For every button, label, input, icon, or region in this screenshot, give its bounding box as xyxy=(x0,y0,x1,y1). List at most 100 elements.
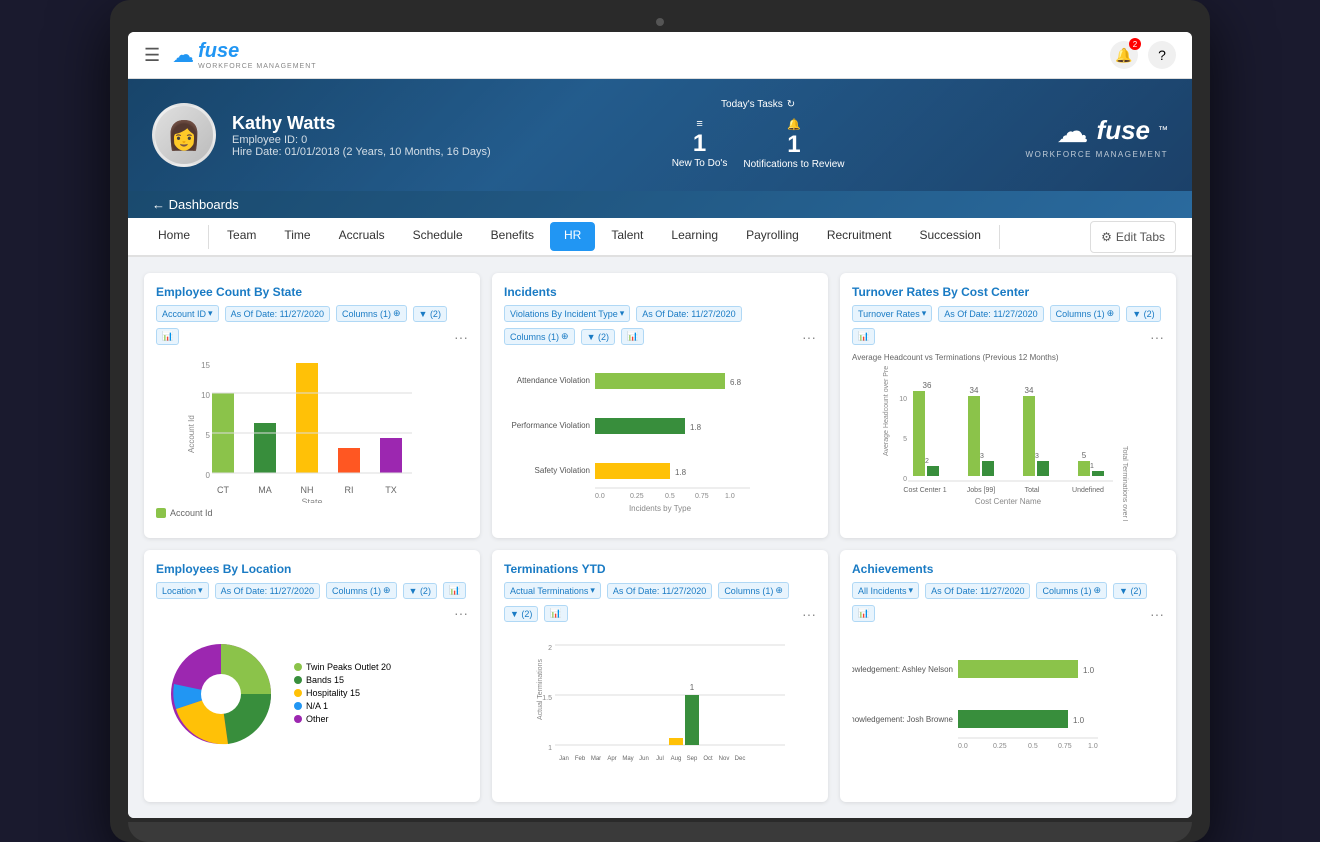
widget-employees-location: Employees By Location Location ▾ As Of D… xyxy=(144,550,480,802)
terminations-chart: Actual Terminations 1 1.5 2 xyxy=(504,630,816,785)
nav-team[interactable]: Team xyxy=(213,218,270,255)
turnover-filter2[interactable]: ▼ (2) xyxy=(1126,306,1160,322)
svg-text:1: 1 xyxy=(690,683,695,692)
turnover-date[interactable]: As Of Date: 11/27/2020 xyxy=(938,306,1043,322)
laptop-frame: ☰ ☁ fuse WORKFORCE MANAGEMENT 🔔 2 ? xyxy=(110,0,1210,842)
employee-count-date[interactable]: As Of Date: 11/27/2020 xyxy=(225,306,330,322)
camera xyxy=(656,18,664,26)
terminations-filter[interactable]: Actual Terminations ▾ xyxy=(504,582,601,599)
nav-recruitment[interactable]: Recruitment xyxy=(813,218,906,255)
incidents-filter2[interactable]: ▼ (2) xyxy=(581,329,615,345)
location-columns[interactable]: Columns (1) ⊕ xyxy=(326,582,397,599)
achievements-chart-type[interactable]: 📊 xyxy=(852,605,875,622)
achievements-filter[interactable]: All Incidents ▾ xyxy=(852,582,919,599)
location-filter2[interactable]: ▼ (2) xyxy=(403,583,437,599)
turnover-filter[interactable]: Turnover Rates ▾ xyxy=(852,305,932,322)
svg-text:Cost Center 1: Cost Center 1 xyxy=(903,487,946,494)
achievements-filter2[interactable]: ▼ (2) xyxy=(1113,583,1147,599)
svg-text:0.25: 0.25 xyxy=(993,743,1007,750)
svg-text:Jobs [99]: Jobs [99] xyxy=(967,487,995,494)
svg-text:Total Terminations over Previo: Total Terminations over Previous 12 Mont… xyxy=(1121,446,1128,521)
nav-hr[interactable]: HR xyxy=(550,222,595,251)
nav-talent[interactable]: Talent xyxy=(597,218,657,255)
help-icon[interactable]: ? xyxy=(1148,41,1176,69)
incidents-date[interactable]: As Of Date: 11/27/2020 xyxy=(636,306,741,322)
location-legend: Twin Peaks Outlet 20 Bands 15 Hospitalit… xyxy=(294,662,391,727)
svg-text:NH: NH xyxy=(301,485,314,495)
screen: ☰ ☁ fuse WORKFORCE MANAGEMENT 🔔 2 ? xyxy=(128,32,1192,818)
svg-text:15: 15 xyxy=(201,361,210,370)
achievements-date[interactable]: As Of Date: 11/27/2020 xyxy=(925,583,1030,599)
location-pie-chart xyxy=(156,629,286,759)
turnover-subtitle: Average Headcount vs Terminations (Previ… xyxy=(852,353,1164,362)
nav-payrolling[interactable]: Payrolling xyxy=(732,218,813,255)
svg-text:Account Id: Account Id xyxy=(187,415,196,453)
svg-text:1.0: 1.0 xyxy=(1083,666,1095,675)
incidents-columns[interactable]: Columns (1) ⊕ xyxy=(504,328,575,345)
achievements-more[interactable]: ··· xyxy=(1150,606,1164,622)
employee-id: Employee ID: 0 xyxy=(232,134,491,146)
notifications-icon[interactable]: 🔔 2 xyxy=(1110,41,1138,69)
main-navigation: Home Team Time Accruals Schedule Benefit… xyxy=(128,218,1192,257)
turnover-more[interactable]: ··· xyxy=(1150,329,1164,345)
terminations-more[interactable]: ··· xyxy=(802,606,816,622)
turnover-columns[interactable]: Columns (1) ⊕ xyxy=(1050,305,1121,322)
nav-benefits[interactable]: Benefits xyxy=(477,218,548,255)
incidents-chart-type[interactable]: 📊 xyxy=(621,328,644,345)
widget-title-terminations: Terminations YTD xyxy=(504,562,816,576)
brand-cloud-icon: ☁ xyxy=(1057,112,1089,150)
dashboards-back-link[interactable]: ← Dashboards xyxy=(152,197,1168,212)
widget-turnover: Turnover Rates By Cost Center Turnover R… xyxy=(840,273,1176,538)
svg-text:Attendance Violation: Attendance Violation xyxy=(517,376,590,385)
svg-text:0.75: 0.75 xyxy=(695,493,709,500)
svg-text:Safety Violation: Safety Violation xyxy=(535,466,590,475)
svg-text:1: 1 xyxy=(548,745,552,752)
refresh-icon[interactable]: ↻ xyxy=(787,99,795,110)
location-more[interactable]: ··· xyxy=(454,605,468,621)
nav-home[interactable]: Home xyxy=(144,218,204,255)
employee-count-legend: Account Id xyxy=(156,508,468,518)
achievements-columns[interactable]: Columns (1) ⊕ xyxy=(1036,582,1107,599)
terminations-columns[interactable]: Columns (1) ⊕ xyxy=(718,582,789,599)
employee-count-chart-type[interactable]: 📊 xyxy=(156,328,179,345)
notifications-card[interactable]: 🔔 1 Notifications to Review xyxy=(743,118,844,171)
nav-succession[interactable]: Succession xyxy=(906,218,995,255)
employee-count-columns[interactable]: Columns (1) ⊕ xyxy=(336,305,407,322)
incidents-more[interactable]: ··· xyxy=(802,329,816,345)
employee-count-more[interactable]: ··· xyxy=(454,329,468,345)
location-date[interactable]: As Of Date: 11/27/2020 xyxy=(215,583,320,599)
employee-count-filter[interactable]: Account ID ▾ xyxy=(156,305,219,322)
hamburger-menu[interactable]: ☰ xyxy=(144,45,160,66)
svg-text:0.25: 0.25 xyxy=(630,493,644,500)
svg-text:0: 0 xyxy=(206,471,211,480)
location-filter[interactable]: Location ▾ xyxy=(156,582,209,599)
terminations-chart-type[interactable]: 📊 xyxy=(544,605,567,622)
turnover-chart: Average Headcount over Previous 12 Month… xyxy=(852,366,1164,521)
svg-text:Performance Violation: Performance Violation xyxy=(511,421,590,430)
nav-time[interactable]: Time xyxy=(270,218,324,255)
terminations-date[interactable]: As Of Date: 11/27/2020 xyxy=(607,583,712,599)
incidents-chart: Attendance Violation 6.8 Performance Vio… xyxy=(504,353,816,513)
nav-learning[interactable]: Learning xyxy=(657,218,732,255)
brand-name: fuse xyxy=(1097,115,1150,146)
terminations-filter2[interactable]: ▼ (2) xyxy=(504,606,538,622)
svg-text:1.8: 1.8 xyxy=(690,423,702,432)
svg-text:1.0: 1.0 xyxy=(1088,743,1098,750)
employee-count-chart: Account Id CT MA NH RI TX xyxy=(156,353,468,503)
location-chart-type[interactable]: 📊 xyxy=(443,582,466,599)
svg-text:1.0: 1.0 xyxy=(725,493,735,500)
incidents-filter[interactable]: Violations By Incident Type ▾ xyxy=(504,305,630,322)
widget-title-incidents: Incidents xyxy=(504,285,816,299)
new-todos-card[interactable]: ≡ 1 New To Do's xyxy=(672,118,728,171)
nav-schedule[interactable]: Schedule xyxy=(399,218,477,255)
svg-text:Jul: Jul xyxy=(656,756,664,762)
employee-count-filter2[interactable]: ▼ (2) xyxy=(413,306,447,322)
edit-tabs-button[interactable]: ⚙ Edit Tabs xyxy=(1090,221,1176,253)
widget-title-turnover: Turnover Rates By Cost Center xyxy=(852,285,1164,299)
turnover-chart-type[interactable]: 📊 xyxy=(852,328,875,345)
hero-brand: ☁ fuse ™ WORKFORCE MANAGEMENT xyxy=(1026,112,1168,159)
svg-text:Acknowledgement: Ashley Nelson: Acknowledgement: Ashley Nelson xyxy=(852,665,953,674)
widget-achievements: Achievements All Incidents ▾ As Of Date:… xyxy=(840,550,1176,802)
fuse-logo-icon: ☁ xyxy=(172,42,194,68)
nav-accruals[interactable]: Accruals xyxy=(325,218,399,255)
